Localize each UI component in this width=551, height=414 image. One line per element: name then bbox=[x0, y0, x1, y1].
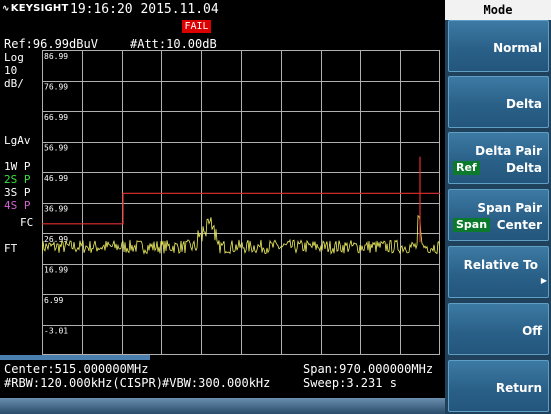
ft-label: FT bbox=[4, 242, 18, 255]
span-pair-label: Span Pair bbox=[477, 201, 542, 215]
reference-level: Ref:96.99dBuV bbox=[4, 37, 98, 51]
off-button[interactable]: Off bbox=[448, 303, 549, 355]
sweep-time: Sweep:3.231 s bbox=[303, 376, 397, 390]
fail-badge: FAIL bbox=[182, 20, 211, 33]
status-bar: ∿KEYSIGHT 19:16:20 2015.11.04 bbox=[0, 0, 445, 20]
delta-pair-sub-label: Delta bbox=[505, 161, 542, 175]
keysight-wave-icon: ∿ bbox=[2, 4, 10, 14]
normal-label: Normal bbox=[493, 41, 542, 55]
return-label: Return bbox=[495, 381, 542, 395]
datetime: 19:16:20 2015.11.04 bbox=[70, 2, 219, 17]
spectrum-graticule: 86.99 76.99 66.99 56.99 46.99 36.99 26.99 16.99… bbox=[42, 50, 440, 355]
bottom-bar bbox=[0, 398, 445, 414]
delta-pair-label: Delta Pair bbox=[475, 144, 542, 158]
status-stripe bbox=[0, 355, 150, 360]
span-frequency: Span:970.000000MHz bbox=[303, 362, 434, 376]
trace-3-label: 3S P bbox=[4, 186, 31, 199]
normal-button[interactable]: Normal bbox=[448, 20, 549, 72]
trace-4-label: 4S P bbox=[4, 199, 31, 212]
span-pair-sub-label: Center bbox=[496, 218, 542, 232]
softkey-panel: Mode Normal Delta Delta Pair Ref Delta S… bbox=[445, 0, 551, 414]
scale-value: 10 bbox=[4, 64, 18, 77]
relative-to-button[interactable]: Relative To ▶ bbox=[448, 246, 549, 298]
submenu-arrow-icon: ▶ bbox=[540, 276, 547, 285]
relative-to-label: Relative To bbox=[463, 258, 538, 272]
attenuation: #Att:10.00dB bbox=[130, 37, 217, 51]
y-tick-label: 76.99 bbox=[44, 83, 68, 92]
brand-logo: ∿KEYSIGHT bbox=[2, 3, 69, 14]
y-tick-label: 86.99 bbox=[44, 52, 68, 61]
y-tick-label: 46.99 bbox=[44, 174, 68, 183]
menu-title: Mode bbox=[445, 0, 551, 20]
y-tick-label: 66.99 bbox=[44, 113, 68, 122]
y-tick-label: 6.99 bbox=[44, 296, 63, 305]
y-tick-label: 36.99 bbox=[44, 205, 68, 214]
span-pair-span-chip: Span bbox=[453, 218, 491, 232]
trace-2-label: 2S P bbox=[4, 173, 31, 186]
center-frequency: Center:515.000000MHz bbox=[4, 362, 149, 376]
detector-label: LgAv bbox=[4, 134, 31, 147]
delta-pair-button[interactable]: Delta Pair Ref Delta bbox=[448, 132, 549, 184]
video-bandwidth: #VBW:300.000kHz bbox=[162, 376, 271, 390]
delta-pair-ref-chip: Ref bbox=[453, 161, 480, 175]
delta-button[interactable]: Delta bbox=[448, 76, 549, 128]
return-button[interactable]: Return bbox=[448, 360, 549, 412]
y-tick-label: 56.99 bbox=[44, 144, 68, 153]
fc-label: FC bbox=[20, 216, 34, 229]
y-tick-label: 26.99 bbox=[44, 235, 68, 244]
analyzer-screen: ∿KEYSIGHT 19:16:20 2015.11.04 FAIL Ref:9… bbox=[0, 0, 445, 414]
delta-label: Delta bbox=[505, 97, 542, 111]
scale-type: Log bbox=[4, 51, 24, 64]
brand-name: KEYSIGHT bbox=[10, 3, 69, 14]
off-label: Off bbox=[522, 324, 542, 338]
span-pair-button[interactable]: Span Pair Span Center bbox=[448, 189, 549, 241]
y-tick-label: 16.99 bbox=[44, 266, 68, 275]
resolution-bandwidth: #RBW:120.000kHz(CISPR) bbox=[4, 376, 163, 390]
scale-unit: dB/ bbox=[4, 77, 24, 90]
y-tick-label: -3.01 bbox=[44, 327, 68, 336]
trace-1-label: 1W P bbox=[4, 160, 31, 173]
